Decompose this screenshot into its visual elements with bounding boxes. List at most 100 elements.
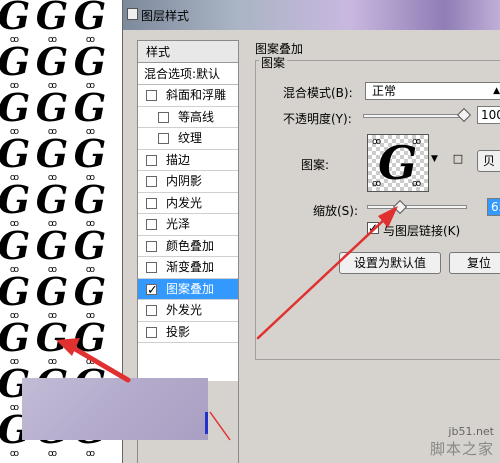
opacity-label: 不透明度(Y): <box>283 112 352 126</box>
style-item[interactable]: 颜色叠加 <box>138 235 238 257</box>
pattern-tile: Gꝏ <box>70 177 110 229</box>
reset-default-button[interactable]: 复位 <box>449 252 500 274</box>
group-title: 图案 <box>259 54 288 71</box>
pattern-tile: Gꝏ <box>0 0 34 45</box>
pattern-glyph: G <box>0 39 31 84</box>
style-item[interactable]: 内阴影 <box>138 171 238 193</box>
pattern-tile: Gꝏ <box>0 177 34 229</box>
pattern-glyph: G <box>73 0 107 38</box>
pattern-tile: Gꝏ <box>0 39 34 91</box>
style-item[interactable]: 光泽 <box>138 214 238 236</box>
style-checkbox[interactable] <box>158 133 169 144</box>
pattern-tile: Gꝏ <box>32 180 72 229</box>
pattern-glyph: G <box>0 223 31 268</box>
pattern-glyph: G <box>73 39 107 84</box>
pattern-tile: Gꝏ <box>70 223 110 275</box>
blurred-region <box>22 378 208 440</box>
style-item-label: 描边 <box>166 152 191 167</box>
style-item[interactable]: ✓ 图案叠加 <box>138 278 238 300</box>
style-checkbox[interactable] <box>146 305 157 316</box>
dialog-app-icon <box>127 8 138 20</box>
pattern-glyph: G <box>0 131 31 176</box>
pattern-tile: Gꝏ <box>0 88 34 137</box>
opacity-input[interactable]: 100 <box>477 106 500 124</box>
opacity-slider-track[interactable] <box>363 114 467 118</box>
style-checkbox[interactable] <box>146 262 157 273</box>
style-item[interactable]: 描边 <box>138 149 238 171</box>
pattern-tile: Gꝏ <box>32 226 72 275</box>
snap-to-origin-icon[interactable]: □ <box>451 152 465 166</box>
style-checkbox[interactable] <box>146 154 157 166</box>
pattern-tile: Gꝏ <box>32 272 72 321</box>
dialog-titlebar[interactable]: 图层样式 <box>123 0 500 30</box>
blend-options-item[interactable]: 混合选项:默认 <box>138 63 238 85</box>
pattern-glyph: G <box>73 223 107 268</box>
style-item-label: 投影 <box>166 324 191 339</box>
pattern-glyph: G <box>73 177 107 222</box>
dialog-title: 图层样式 <box>141 9 190 23</box>
pattern-tile: Gꝏ <box>32 315 72 367</box>
style-checkbox[interactable] <box>146 326 157 338</box>
set-default-button[interactable]: 设置为默认值 <box>339 252 441 274</box>
style-item[interactable]: 渐变叠加 <box>138 257 238 279</box>
ornament-icon: ꝏ <box>412 179 422 189</box>
blend-mode-value: 正常 <box>372 84 397 98</box>
style-checkbox[interactable] <box>146 219 157 230</box>
style-item-label: 图案叠加 <box>166 281 215 296</box>
pattern-glyph: G <box>0 177 31 222</box>
pattern-label: 图案: <box>301 158 330 172</box>
pattern-tile: Gꝏ <box>70 0 110 45</box>
pattern-tile: Gꝏ <box>0 315 34 367</box>
scale-slider-track[interactable] <box>367 205 467 209</box>
style-checkbox[interactable] <box>146 90 157 101</box>
styles-header[interactable]: 样式 <box>138 41 238 63</box>
style-item-label: 外发光 <box>166 303 203 317</box>
style-checkbox[interactable] <box>146 197 157 209</box>
style-item-label: 颜色叠加 <box>166 238 215 253</box>
ornament-icon: ꝏ <box>372 179 382 189</box>
pattern-glyph: G <box>73 269 107 314</box>
style-item-label: 渐变叠加 <box>166 260 215 274</box>
style-checkbox[interactable] <box>146 176 157 187</box>
pattern-glyph: G <box>35 0 69 38</box>
pattern-tile: Gꝏ <box>70 269 110 321</box>
pattern-tile: Gꝏ <box>0 223 34 275</box>
pattern-tile: Gꝏ <box>32 0 72 45</box>
pattern-tile: Gꝏ <box>70 131 110 183</box>
pattern-glyph: G <box>35 85 69 130</box>
style-checkbox[interactable] <box>158 111 169 123</box>
scale-input[interactable]: 65 <box>487 198 500 216</box>
style-item[interactable]: 内发光 <box>138 192 238 214</box>
pattern-glyph: G <box>73 85 107 130</box>
link-with-layer-label: 与图层链接(K) <box>383 224 461 238</box>
style-item[interactable]: 等高线 <box>138 106 238 128</box>
style-item[interactable]: 投影 <box>138 321 238 343</box>
style-checkbox[interactable]: ✓ <box>146 283 158 298</box>
style-item[interactable]: 纹理 <box>138 128 238 150</box>
scale-label: 缩放(S): <box>313 204 359 218</box>
blurred-region-edge <box>205 412 208 434</box>
pattern-glyph: G <box>73 131 107 176</box>
pattern-glyph: G <box>35 131 69 176</box>
style-item[interactable]: 斜面和浮雕 <box>138 85 238 107</box>
pattern-swatch[interactable]: ꝏ ꝏ G ꝏ ꝏ <box>367 134 429 192</box>
link-with-layer-checkbox[interactable]: ✓ <box>367 222 379 234</box>
style-item-label: 等高线 <box>178 109 215 124</box>
pattern-tile: Gꝏ <box>32 131 72 183</box>
pattern-group-box <box>255 60 500 360</box>
style-item[interactable]: 外发光 <box>138 300 238 322</box>
style-item-label: 内阴影 <box>166 174 203 188</box>
chevron-down-icon: ▲ <box>493 86 500 96</box>
blend-mode-select[interactable]: 正常 ▲ <box>365 82 500 100</box>
pattern-glyph: G <box>0 315 31 360</box>
pattern-tile: Gꝏ <box>0 272 34 321</box>
pattern-tile: Gꝏ <box>32 42 72 91</box>
style-item-label: 光泽 <box>166 217 191 231</box>
style-checkbox[interactable] <box>146 240 157 252</box>
check-icon: ✓ <box>368 221 379 235</box>
chevron-down-icon[interactable]: ▼ <box>431 154 438 164</box>
watermark-name: 脚本之家 <box>429 440 494 458</box>
snap-origin-button[interactable]: 贝 <box>477 150 500 172</box>
pattern-glyph: G <box>35 315 69 360</box>
pattern-tile: Gꝏ <box>70 318 110 367</box>
